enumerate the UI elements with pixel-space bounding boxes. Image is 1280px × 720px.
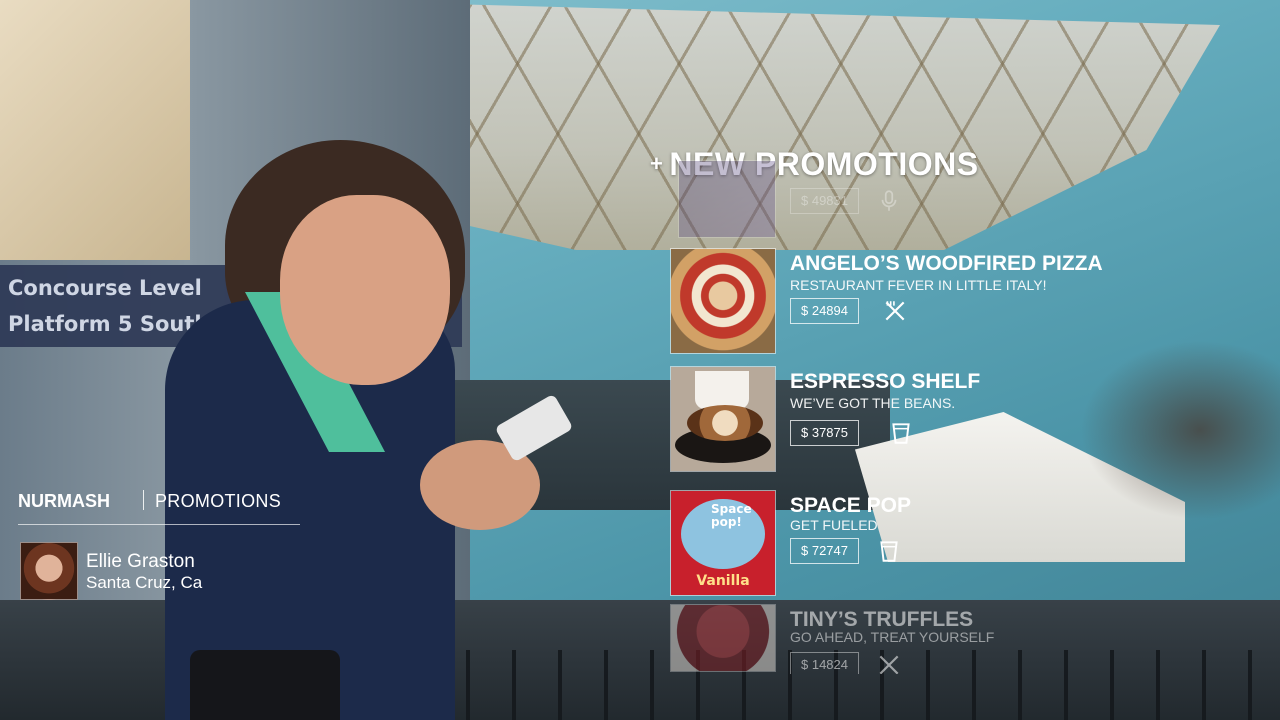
fork-knife-icon (885, 301, 905, 321)
avatar (20, 542, 78, 600)
cup-icon (880, 541, 898, 562)
promo-item-angelos[interactable]: ANGELO’S WOODFIRED PIZZA RESTAURANT FEVE… (664, 248, 1184, 360)
brand-divider (143, 490, 144, 510)
promo-item-space-pop[interactable]: Space pop! Vanilla SPACE POP GET FUELED … (664, 490, 1184, 602)
user-name: Ellie Graston (86, 551, 195, 572)
promo-thumbnail-coffee (670, 366, 776, 472)
user-location: Santa Cruz, Ca (86, 573, 203, 592)
promo-thumbnail (678, 160, 776, 238)
promo-price: $ 24894 (790, 298, 859, 324)
promo-item-tinys-truffles[interactable]: TINY’S TRUFFLES GO AHEAD, TREAT YOURSELF… (664, 604, 1184, 674)
promo-price: $ 49831 (790, 188, 859, 214)
promo-price: $ 37875 (790, 420, 859, 446)
promo-thumbnail-truffles (670, 604, 776, 672)
promo-item-espresso[interactable]: ESPRESSO SHELF WE’VE GOT THE BEANS. $ 37… (664, 366, 1184, 478)
brand-header: NURMASH PROMOTIONS (18, 488, 300, 525)
microphone-icon (881, 190, 897, 211)
promo-tagline: GET FUELED (790, 517, 878, 533)
fork-knife-icon (879, 655, 899, 674)
brand-section: PROMOTIONS (155, 491, 282, 511)
promo-tagline: RESTAURANT FEVER IN LITTLE ITALY! (790, 277, 1047, 293)
sign-line-1: Concourse Level (8, 276, 202, 300)
station-beam (0, 0, 190, 260)
promo-thumbnail-space-pop: Space pop! Vanilla (670, 490, 776, 596)
promo-price: $ 14824 (790, 652, 859, 674)
promo-price: $ 72747 (790, 538, 859, 564)
handbag (190, 650, 340, 720)
promo-item-partial[interactable]: $ 49831 (664, 160, 1184, 238)
promo-tagline: WE’VE GOT THE BEANS. (790, 395, 956, 411)
promo-name: ANGELO’S WOODFIRED PIZZA (790, 252, 1103, 275)
plus-icon: + (650, 151, 664, 176)
brand-name: NURMASH (18, 491, 110, 511)
cup-icon (892, 423, 910, 444)
promo-thumbnail-pizza (670, 248, 776, 354)
woman-face (280, 195, 450, 385)
promo-name: SPACE POP (790, 494, 911, 517)
promo-name: ESPRESSO SHELF (790, 370, 981, 393)
promo-tagline: GO AHEAD, TREAT YOURSELF (790, 629, 995, 645)
user-card[interactable]: Ellie Graston Santa Cruz, Ca (18, 542, 318, 602)
